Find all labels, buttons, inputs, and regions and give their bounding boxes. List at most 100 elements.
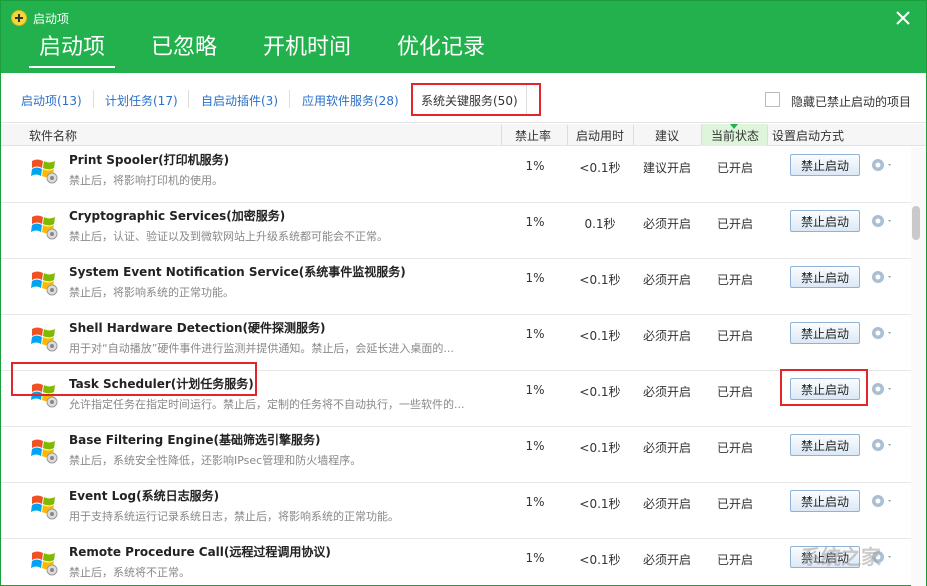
disable-startup-button[interactable]: 禁止启动 [790, 490, 860, 512]
gear-dropdown-icon[interactable] [870, 213, 894, 229]
startup-time: 0.1秒 [573, 215, 627, 232]
subtab-divider [289, 90, 290, 108]
disable-startup-button[interactable]: 禁止启动 [790, 154, 860, 176]
service-name: Shell Hardware Detection(硬件探测服务) [69, 319, 326, 336]
disable-rate: 1% [515, 383, 555, 397]
advice: 必须开启 [637, 327, 697, 344]
watermark: 系统之家 [801, 541, 881, 570]
col-state[interactable]: 当前状态 [711, 127, 759, 144]
current-state: 已开启 [705, 327, 765, 344]
tab-optimize-log[interactable]: 优化记录 [387, 34, 495, 68]
table-row[interactable]: Remote Procedure Call(远程过程调用协议) 禁止后，系统将不… [1, 539, 911, 586]
subtab-system-services[interactable]: 系统关键服务(50) [412, 83, 527, 116]
close-button[interactable] [894, 9, 912, 27]
advice: 必须开启 [637, 271, 697, 288]
windows-service-icon [29, 545, 61, 577]
gear-dropdown-icon[interactable] [870, 157, 894, 173]
service-desc: 禁止后，认证、验证以及到微软网站上升级系统都可能会不正常。 [69, 228, 499, 244]
header-bar: 启动项 启动项 已忽略 开机时间 优化记录 [1, 1, 926, 73]
disable-startup-button[interactable]: 禁止启动 [790, 210, 860, 232]
table-row[interactable]: Base Filtering Engine(基础筛选引擎服务) 禁止后，系统安全… [1, 427, 911, 483]
col-advice[interactable]: 建议 [655, 127, 679, 144]
window-title: 启动项 [33, 10, 69, 27]
tab-boot-time[interactable]: 开机时间 [253, 34, 361, 68]
table-row[interactable]: System Event Notification Service(系统事件监视… [1, 259, 911, 315]
disable-rate: 1% [515, 215, 555, 229]
scrollbar-thumb[interactable] [912, 206, 920, 240]
col-divider [633, 125, 634, 145]
gear-dropdown-icon[interactable] [870, 437, 894, 453]
table-row[interactable]: Task Scheduler(计划任务服务) 允许指定任务在指定时间运行。禁止后… [1, 371, 911, 427]
advice: 必须开启 [637, 551, 697, 568]
col-time[interactable]: 启动用时 [576, 127, 624, 144]
current-state: 已开启 [705, 383, 765, 400]
hide-disabled-label: 隐藏已禁止启动的项目 [791, 93, 911, 110]
windows-service-icon [29, 209, 61, 241]
tab-ignored[interactable]: 已忽略 [141, 34, 227, 68]
windows-service-icon [29, 265, 61, 297]
startup-time: <0.1秒 [573, 159, 627, 176]
sub-tabs: 启动项(13) 计划任务(17) 自启动插件(3) 应用软件服务(28) 系统关… [1, 73, 926, 123]
windows-service-icon [29, 377, 61, 409]
windows-service-icon [29, 433, 61, 465]
table-header: 软件名称 禁止率 启动用时 建议 当前状态 设置启动方式 [1, 124, 926, 146]
table-row[interactable]: Shell Hardware Detection(硬件探测服务) 用于对“自动播… [1, 315, 911, 371]
col-action[interactable]: 设置启动方式 [772, 127, 844, 144]
disable-rate: 1% [515, 551, 555, 565]
col-divider [501, 125, 502, 145]
current-state: 已开启 [705, 551, 765, 568]
advice: 必须开启 [637, 383, 697, 400]
col-divider [567, 125, 568, 145]
advice: 建议开启 [637, 159, 697, 176]
disable-startup-button[interactable]: 禁止启动 [790, 434, 860, 456]
gear-dropdown-icon[interactable] [870, 493, 894, 509]
service-name: Task Scheduler(计划任务服务) [69, 375, 254, 392]
startup-time: <0.1秒 [573, 551, 627, 568]
service-name: System Event Notification Service(系统事件监视… [69, 263, 406, 280]
disable-rate: 1% [515, 439, 555, 453]
startup-time: <0.1秒 [573, 271, 627, 288]
table-row[interactable]: Event Log(系统日志服务) 用于支持系统运行记录系统日志，禁止后，将影响… [1, 483, 911, 539]
current-state: 已开启 [705, 215, 765, 232]
windows-service-icon [29, 153, 61, 185]
tab-startup[interactable]: 启动项 [29, 34, 115, 68]
subtab-scheduled-tasks[interactable]: 计划任务(17) [105, 92, 178, 109]
subtab-startup-items[interactable]: 启动项(13) [21, 92, 82, 109]
service-name: Base Filtering Engine(基础筛选引擎服务) [69, 431, 320, 448]
main-tabs: 启动项 已忽略 开机时间 优化记录 [29, 34, 495, 68]
col-name[interactable]: 软件名称 [29, 127, 77, 144]
subtab-divider [93, 90, 94, 108]
table-row[interactable]: Cryptographic Services(加密服务) 禁止后，认证、验证以及… [1, 203, 911, 259]
title-bar: 启动项 [11, 8, 69, 28]
gear-dropdown-icon[interactable] [870, 381, 894, 397]
service-name: Event Log(系统日志服务) [69, 487, 219, 504]
advice: 必须开启 [637, 495, 697, 512]
disable-startup-button[interactable]: 禁止启动 [790, 322, 860, 344]
service-desc: 禁止后，将影响系统的正常功能。 [69, 284, 499, 300]
gear-dropdown-icon[interactable] [870, 325, 894, 341]
col-divider [701, 125, 702, 145]
table-row[interactable]: Print Spooler(打印机服务) 禁止后，将影响打印机的使用。 1% <… [1, 147, 911, 203]
service-list: Print Spooler(打印机服务) 禁止后，将影响打印机的使用。 1% <… [1, 147, 911, 586]
col-rate[interactable]: 禁止率 [515, 127, 551, 144]
col-divider [767, 125, 768, 145]
disable-startup-button[interactable]: 禁止启动 [790, 266, 860, 288]
disable-rate: 1% [515, 327, 555, 341]
advice: 必须开启 [637, 439, 697, 456]
service-name: Print Spooler(打印机服务) [69, 151, 229, 168]
service-desc: 用于对“自动播放”硬件事件进行监测并提供通知。禁止后，会延长进入桌面的... [69, 340, 499, 356]
service-name: Remote Procedure Call(远程过程调用协议) [69, 543, 331, 560]
hide-disabled-checkbox[interactable] [765, 92, 780, 107]
current-state: 已开启 [705, 439, 765, 456]
disable-rate: 1% [515, 159, 555, 173]
subtab-startup-plugins[interactable]: 自启动插件(3) [201, 92, 278, 109]
windows-service-icon [29, 489, 61, 521]
advice: 必须开启 [637, 215, 697, 232]
disable-startup-button[interactable]: 禁止启动 [790, 378, 860, 400]
service-desc: 允许指定任务在指定时间运行。禁止后，定制的任务将不自动执行，一些软件的... [69, 396, 499, 412]
current-state: 已开启 [705, 271, 765, 288]
subtab-app-services[interactable]: 应用软件服务(28) [302, 92, 399, 109]
startup-time: <0.1秒 [573, 327, 627, 344]
disable-rate: 1% [515, 495, 555, 509]
gear-dropdown-icon[interactable] [870, 269, 894, 285]
